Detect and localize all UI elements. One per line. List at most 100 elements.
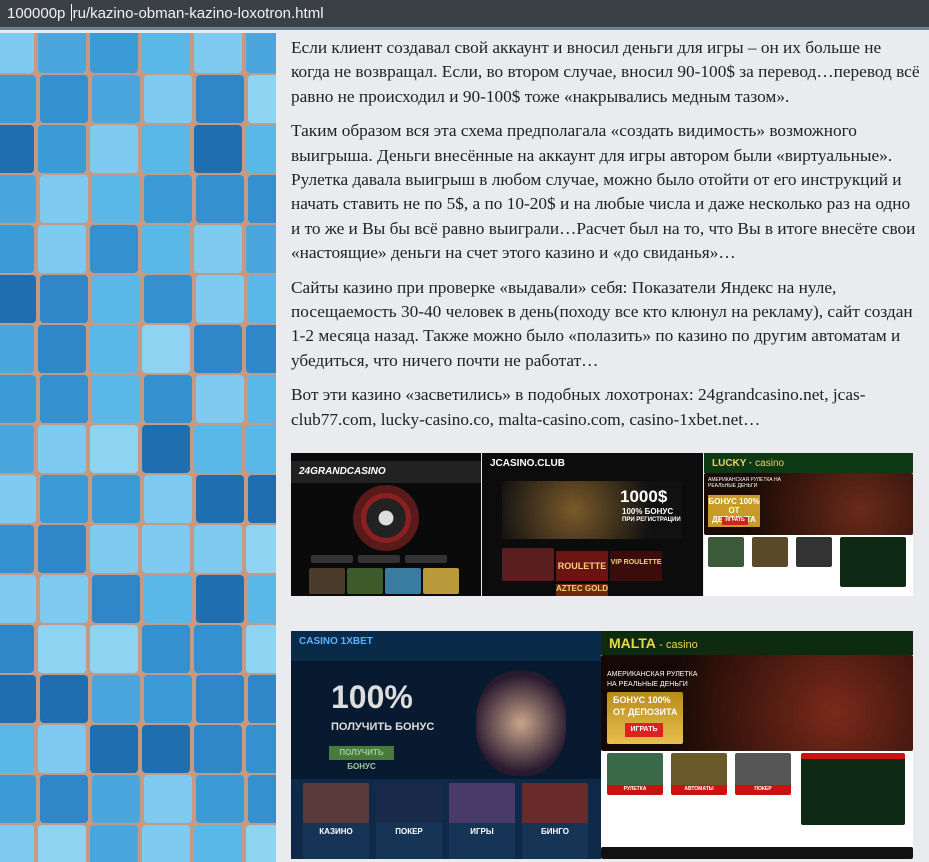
mosaic-tile xyxy=(248,375,276,423)
paragraph: Таким образом вся эта схема предполагала… xyxy=(291,121,916,263)
mosaic-tile xyxy=(92,475,140,523)
game-vip-roulette[interactable]: VIP ROULETTE xyxy=(610,551,662,581)
category-games[interactable]: ИГРЫ xyxy=(449,827,515,836)
mosaic-tile xyxy=(196,175,244,223)
logo: 24GRANDCASINO xyxy=(291,461,481,483)
get-bonus-button[interactable]: ПОЛУЧИТЬ БОНУС xyxy=(329,746,394,771)
category-bingo[interactable]: БИНГО xyxy=(522,827,588,836)
logo: LUCKY xyxy=(712,458,747,469)
mosaic-tile xyxy=(38,725,86,773)
mosaic-tile xyxy=(0,125,34,173)
mosaic-tile xyxy=(246,625,276,673)
mosaic-tile xyxy=(40,775,88,823)
category-poker[interactable]: ПОКЕР xyxy=(735,786,791,792)
category-roulette[interactable]: РУЛЕТКА xyxy=(607,786,663,792)
mosaic-tile-background xyxy=(0,33,276,862)
category-casino[interactable]: КАЗИНО xyxy=(303,827,369,836)
mosaic-tile xyxy=(246,525,276,573)
mosaic-tile xyxy=(38,33,86,73)
mosaic-tile xyxy=(0,675,36,723)
mosaic-tile xyxy=(38,525,86,573)
mosaic-tile xyxy=(40,675,88,723)
mosaic-tile xyxy=(194,325,242,373)
game-roulette[interactable]: ROULETTE xyxy=(556,551,608,581)
mosaic-tile xyxy=(246,33,276,73)
mosaic-tile xyxy=(248,675,276,723)
mosaic-tile xyxy=(92,375,140,423)
url-prefix: 100000р xyxy=(7,5,66,22)
mosaic-tile xyxy=(196,375,244,423)
mosaic-tile xyxy=(0,425,34,473)
mosaic-tile xyxy=(0,225,34,273)
mosaic-tile xyxy=(248,575,276,623)
mosaic-tile xyxy=(90,33,138,73)
mosaic-tile xyxy=(196,575,244,623)
mosaic-tile xyxy=(144,475,192,523)
paragraph: Сайты казино при проверке «выдавали» себ… xyxy=(291,277,913,370)
mosaic-tile xyxy=(196,675,244,723)
mosaic-tile xyxy=(194,125,242,173)
mosaic-tile xyxy=(142,525,190,573)
mosaic-tile xyxy=(144,175,192,223)
mosaic-tile xyxy=(90,625,138,673)
mosaic-tile xyxy=(248,75,276,123)
mosaic-tile xyxy=(40,275,88,323)
category-poker[interactable]: ПОКЕР xyxy=(376,827,442,836)
mosaic-tile xyxy=(142,725,190,773)
headline: АМЕРИКАНСКАЯ РУЛЕТКА НА РЕАЛЬНЫЕ ДЕНЬГИ xyxy=(708,477,781,489)
mosaic-tile xyxy=(248,475,276,523)
bonus-line-1: БОНУС 100% xyxy=(613,695,671,705)
mosaic-tile xyxy=(142,625,190,673)
mosaic-tile xyxy=(144,375,192,423)
paragraph: Вот эти казино «засветились» в подобных … xyxy=(291,385,866,429)
bonus-text: 100% БОНУС xyxy=(622,507,674,516)
mosaic-tile xyxy=(38,225,86,273)
screenshot-malta-casino: MALTA - casino АМЕРИКАНСКАЯ РУЛЕТКА НА Р… xyxy=(601,631,913,859)
screenshot-24grandcasino: 24GRANDCASINO xyxy=(291,453,481,596)
game-aztec-gold[interactable]: AZTEC GOLD xyxy=(556,584,608,596)
mosaic-tile xyxy=(40,375,88,423)
mosaic-tile xyxy=(246,125,276,173)
mosaic-tile xyxy=(92,275,140,323)
mosaic-tile xyxy=(0,375,36,423)
mosaic-tile xyxy=(144,75,192,123)
headline-1: АМЕРИКАНСКАЯ РУЛЕТКА xyxy=(607,671,698,678)
category-slots[interactable]: АВТОМАТЫ xyxy=(671,786,727,792)
mosaic-tile xyxy=(92,575,140,623)
mosaic-tile xyxy=(0,575,36,623)
mosaic-tile xyxy=(90,325,138,373)
screenshot-jcasino: JCASINO.CLUB 1000$ 100% БОНУС ПРИ РЕГИСТ… xyxy=(482,453,703,596)
logo-suffix: - casino xyxy=(659,639,698,651)
mosaic-tile xyxy=(196,775,244,823)
mosaic-tile xyxy=(92,675,140,723)
bonus-amount: 1000$ xyxy=(620,487,668,506)
mosaic-tile xyxy=(0,75,36,123)
play-button[interactable]: ИГРАТЬ xyxy=(625,723,663,737)
bonus-percent: 100% xyxy=(331,679,413,715)
mosaic-tile xyxy=(90,125,138,173)
article-body: Если клиент создавал свой аккаунт и внос… xyxy=(291,36,921,442)
mosaic-tile xyxy=(144,275,192,323)
bonus-line-2: ОТ ДЕПОЗИТА xyxy=(613,707,678,717)
mosaic-tile xyxy=(144,775,192,823)
mosaic-tile xyxy=(194,425,242,473)
mosaic-tile xyxy=(196,75,244,123)
mosaic-tile xyxy=(90,825,138,862)
mosaic-tile xyxy=(246,325,276,373)
mosaic-tile xyxy=(194,33,242,73)
mosaic-tile xyxy=(40,175,88,223)
mosaic-tile xyxy=(142,225,190,273)
logo: CASINO 1XBET xyxy=(299,636,373,647)
mosaic-tile xyxy=(196,275,244,323)
logo: JCASINO.CLUB xyxy=(490,458,566,469)
mosaic-tile xyxy=(144,675,192,723)
screenshot-casino-1xbet: CASINO 1XBET 100% ПОЛУЧИТЬ БОНУС ПОЛУЧИТ… xyxy=(291,631,601,859)
mosaic-tile xyxy=(92,775,140,823)
mosaic-tile xyxy=(40,75,88,123)
mosaic-tile xyxy=(248,175,276,223)
mosaic-tile xyxy=(194,625,242,673)
address-bar[interactable]: 100000р ru/kazino-obman-kazino-loxotron.… xyxy=(0,0,929,30)
paragraph: Если клиент создавал свой аккаунт и внос… xyxy=(291,38,920,106)
mosaic-tile xyxy=(38,325,86,373)
play-button[interactable]: ИГРАТЬ xyxy=(722,517,748,525)
